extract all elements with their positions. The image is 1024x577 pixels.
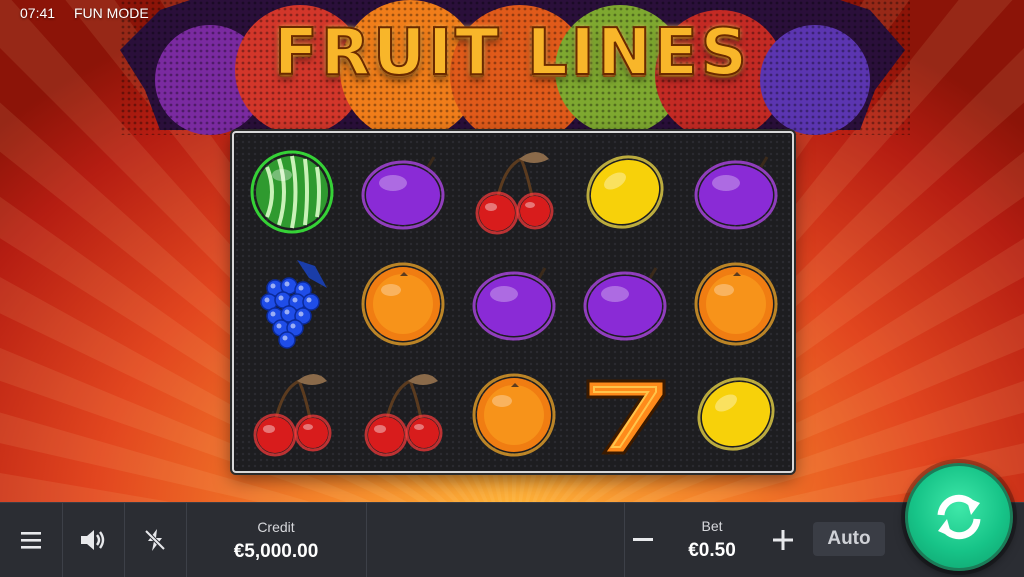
plum-icon [583, 267, 667, 341]
reel-symbol-watermelon [237, 137, 348, 248]
credit-label: Credit [257, 519, 295, 535]
plum-icon [361, 156, 445, 230]
bet-decrease-button[interactable] [628, 525, 658, 555]
reel-symbol-lemon [681, 359, 792, 470]
cherries-icon [253, 374, 332, 457]
reel-symbol-cherries [459, 137, 570, 248]
orange-icon [361, 262, 445, 346]
divider [366, 503, 367, 577]
grapes-icon [260, 260, 327, 349]
watermelon-icon [250, 150, 334, 234]
reel-symbol-seven [570, 359, 681, 470]
spin-button[interactable] [905, 463, 1013, 571]
bet-label: Bet [701, 518, 723, 534]
menu-button[interactable] [0, 503, 63, 577]
seven-icon [586, 379, 666, 455]
plum-icon [694, 156, 778, 230]
bet-increase-button[interactable] [768, 525, 798, 555]
lemon-icon [586, 155, 664, 229]
orange-icon [472, 373, 556, 457]
credit-value: €5,000.00 [233, 541, 319, 562]
plus-icon [773, 530, 793, 550]
minus-icon [633, 538, 653, 541]
game-stage: 07:41 FUN MODE FRUIT LINES [0, 0, 1024, 576]
plum-icon [472, 267, 556, 341]
lemon-icon [697, 377, 775, 451]
divider [624, 503, 625, 577]
lightning-off-icon [144, 529, 166, 551]
spin-arrows-icon [937, 494, 981, 540]
reel-grid [232, 131, 794, 473]
cherries-icon [364, 374, 443, 457]
bet-value: €0.50 [688, 540, 736, 561]
reel-symbol-orange [348, 248, 459, 359]
reel-symbol-lemon [570, 137, 681, 248]
reel-symbol-plum [681, 137, 792, 248]
reel-symbol-grapes [237, 248, 348, 359]
reel-symbol-orange [459, 359, 570, 470]
game-title: FRUIT LINES [273, 15, 750, 91]
reel-symbol-plum [348, 137, 459, 248]
autoplay-button[interactable]: Auto [813, 522, 885, 556]
reel-symbol-cherries [237, 359, 348, 470]
turbo-button[interactable] [124, 503, 187, 577]
cherries-icon [475, 152, 554, 235]
reel-symbol-plum [570, 248, 681, 359]
sound-button[interactable] [62, 503, 125, 577]
reel-symbol-orange [681, 248, 792, 359]
reel-symbol-plum [459, 248, 570, 359]
hamburger-menu-icon [21, 532, 41, 549]
speaker-icon [81, 530, 105, 550]
reel-symbol-cherries [348, 359, 459, 470]
orange-icon [694, 262, 778, 346]
